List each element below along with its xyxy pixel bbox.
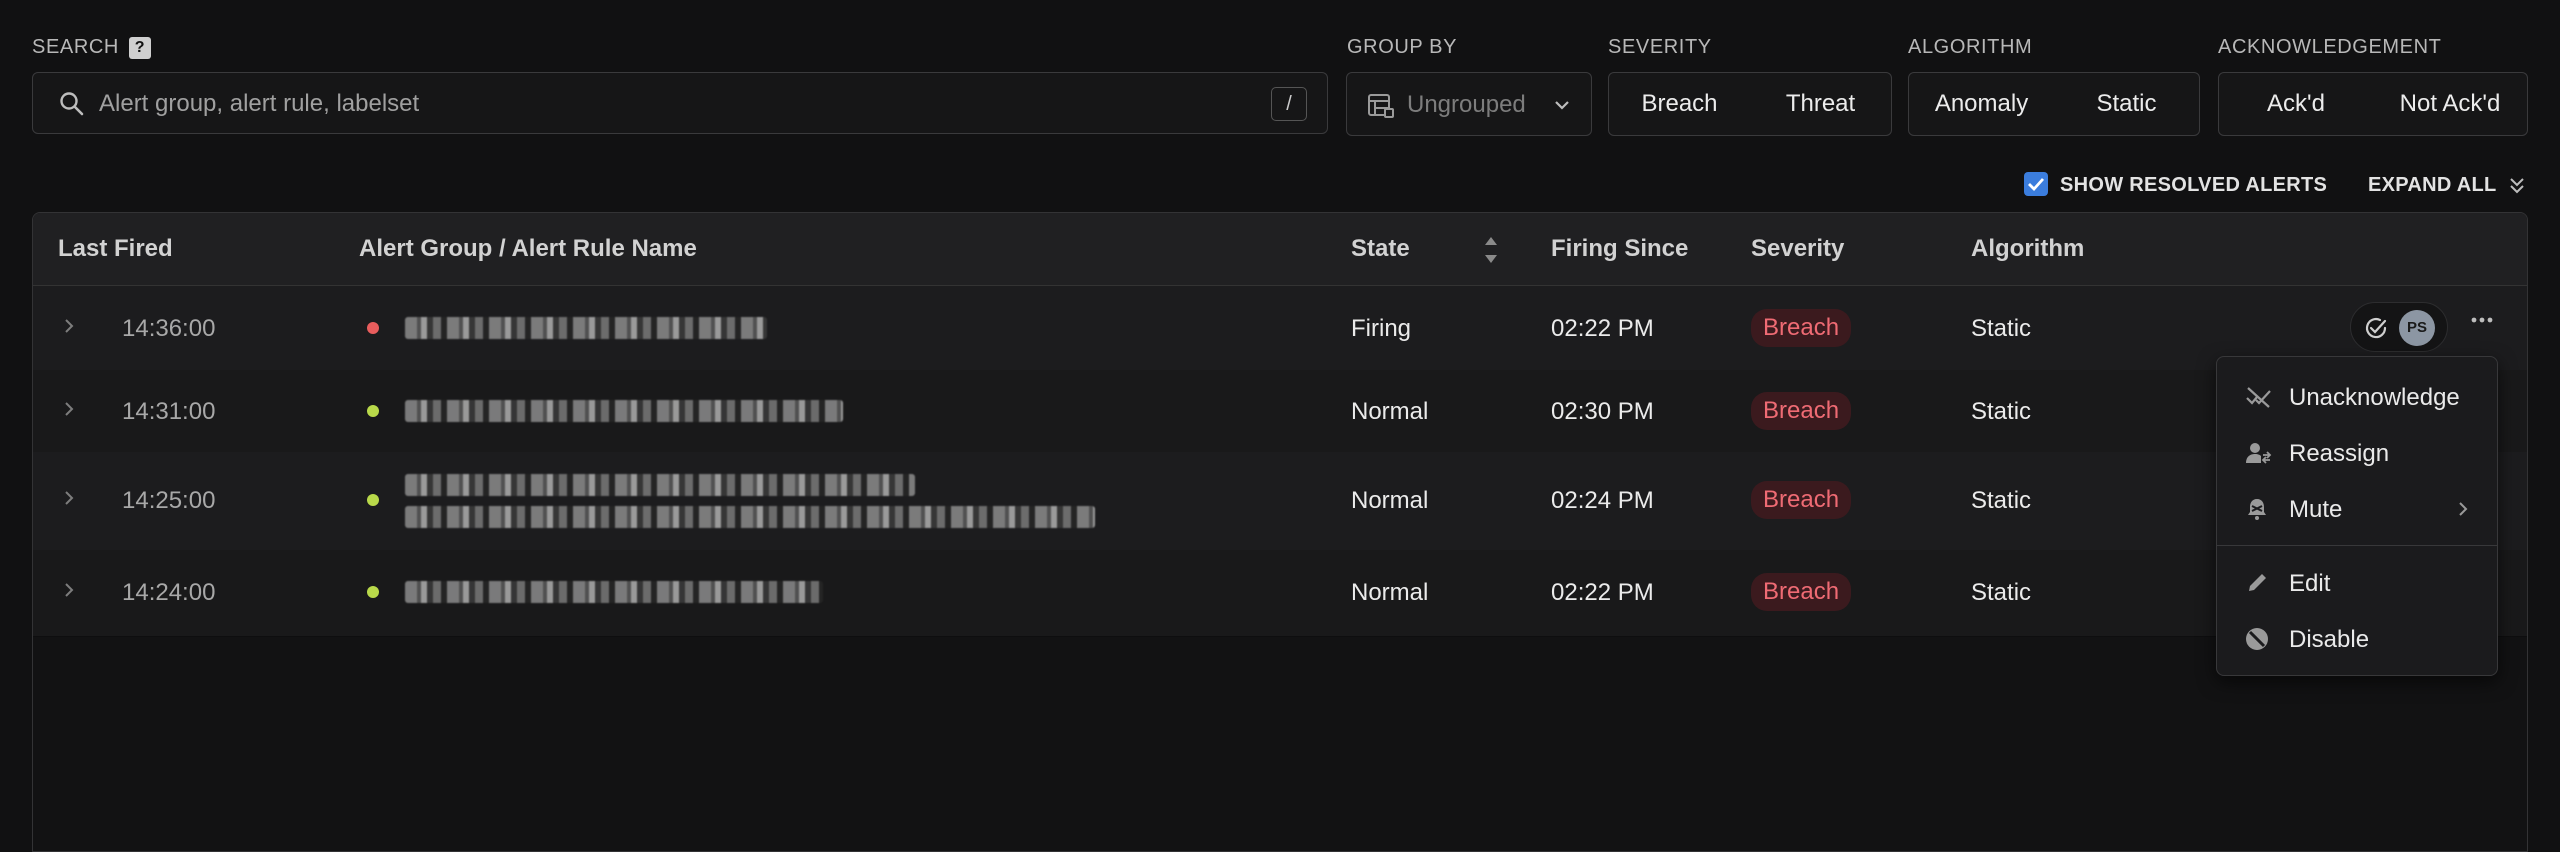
algorithm-anomaly-toggle[interactable]: Anomaly [1909,90,2054,118]
severity-badge: Breach [1751,392,1852,430]
search-label-text: SEARCH [32,36,119,58]
redacted-alert-name [405,400,843,422]
menu-item-disable[interactable]: Disable [2217,615,2497,663]
chevron-right-icon[interactable] [63,401,75,417]
search-shortcut-key: / [1271,87,1307,121]
menu-item-unacknowledge[interactable]: Unacknowledge [2217,373,2497,421]
chevron-right-icon[interactable] [63,318,75,334]
col-algorithm[interactable]: Algorithm [1971,235,2084,263]
acknowledgement-label: ACKNOWLEDGEMENT [2218,36,2442,58]
severity-threat-toggle[interactable]: Threat [1750,90,1891,118]
submenu-chevron-icon [2459,502,2468,516]
acknowledge-check-icon[interactable] [2363,315,2389,341]
menu-item-reassign[interactable]: Reassign [2217,429,2497,477]
show-resolved-checkbox[interactable] [2024,172,2048,196]
disable-icon [2246,628,2268,650]
firing-since-value: 02:22 PM [1551,579,1654,606]
table-header: Last Fired Alert Group / Alert Rule Name… [33,213,2527,286]
state-value: Firing [1351,315,1412,342]
last-fired-time: 14:31:00 [122,398,216,425]
firing-since-value: 02:30 PM [1551,398,1654,425]
not-ackd-toggle[interactable]: Not Ack'd [2373,90,2527,118]
severity-breach-toggle[interactable]: Breach [1609,90,1750,118]
redacted-alert-name [405,581,823,603]
search-label: SEARCH? [32,36,151,59]
algorithm-value: Static [1971,398,2032,425]
help-icon[interactable]: ? [128,36,151,59]
table-row[interactable]: 14:24:00 Normal 02:22 PM Breach Static [33,550,2527,637]
status-dot [367,586,379,598]
double-chevron-down-icon [2510,178,2524,194]
severity-badge: Breach [1751,309,1852,347]
expand-all-button[interactable]: EXPAND ALL [2368,174,2526,197]
unacknowledge-icon [2246,387,2271,408]
severity-badge: Breach [1751,573,1852,611]
table-row[interactable]: 14:25:00 Normal 02:24 PM Breach Static [33,452,2527,551]
group-by-value: Ungrouped [1407,91,1526,118]
last-fired-time: 14:24:00 [122,579,216,606]
algorithm-label: ALGORITHM [1908,36,2033,58]
severity-badge: Breach [1751,481,1852,519]
algorithm-toggle-group: Anomaly Static [1908,72,2200,136]
row-context-menu: Unacknowledge Reassign Mute Edit Disable [2216,356,2498,676]
severity-toggle-group: Breach Threat [1608,72,1892,136]
last-fired-time: 14:36:00 [122,315,216,342]
last-fired-time: 14:25:00 [122,487,216,514]
redacted-alert-name [405,506,1095,528]
search-icon [60,92,84,116]
acknowledge-assignee-group[interactable]: PS [2350,302,2448,352]
state-value: Normal [1351,398,1429,425]
algorithm-static-toggle[interactable]: Static [2054,90,2199,118]
algorithm-value: Static [1971,579,2032,606]
menu-item-label: Unacknowledge [2289,384,2460,411]
menu-item-edit[interactable]: Edit [2217,559,2497,607]
status-dot [367,322,379,334]
table-row[interactable]: 14:31:00 Normal 02:30 PM Breach Static [33,370,2527,453]
chevron-down-icon [1555,101,1569,110]
menu-divider [2217,545,2497,546]
show-resolved-label[interactable]: SHOW RESOLVED ALERTS [2060,174,2327,197]
ackd-toggle[interactable]: Ack'd [2219,90,2373,118]
pencil-icon [2249,574,2266,591]
menu-item-label: Reassign [2289,440,2390,467]
group-by-label: GROUP BY [1347,36,1458,58]
acknowledgement-toggle-group: Ack'd Not Ack'd [2218,72,2528,136]
severity-label: SEVERITY [1608,36,1712,58]
col-severity[interactable]: Severity [1751,235,1844,263]
group-by-dropdown[interactable]: Ungrouped [1346,72,1592,136]
sort-icon[interactable] [1483,233,1499,267]
algorithm-value: Static [1971,487,2032,514]
col-firing-since[interactable]: Firing Since [1551,235,1688,263]
expand-all-label: EXPAND ALL [2368,174,2497,196]
chevron-right-icon[interactable] [63,582,75,598]
state-value: Normal [1351,487,1429,514]
menu-item-label: Disable [2289,626,2370,653]
col-state[interactable]: State [1351,235,1410,263]
redacted-alert-name [405,317,767,339]
col-last-fired[interactable]: Last Fired [58,235,173,263]
status-dot [367,405,379,417]
menu-item-mute[interactable]: Mute [2217,485,2497,533]
search-field[interactable]: / [32,72,1328,134]
search-input[interactable] [97,83,1241,125]
col-alert-name[interactable]: Alert Group / Alert Rule Name [359,235,697,263]
firing-since-value: 02:24 PM [1551,487,1654,514]
redacted-alert-name [405,474,915,496]
algorithm-value: Static [1971,315,2032,342]
menu-item-label: Mute [2289,496,2343,523]
firing-since-value: 02:22 PM [1551,315,1654,342]
table-row[interactable]: 14:36:00 Firing 02:22 PM Breach Static [33,286,2527,371]
status-dot [367,494,379,506]
alerts-table: Last Fired Alert Group / Alert Rule Name… [32,212,2528,852]
checkmark-icon [2028,178,2045,192]
chevron-right-icon[interactable] [63,490,75,506]
table-icon [1368,94,1394,118]
mute-bell-icon [2248,499,2266,520]
menu-item-label: Edit [2289,570,2331,597]
state-value: Normal [1351,579,1429,606]
more-options-icon[interactable] [2470,316,2494,324]
assignee-avatar[interactable]: PS [2399,310,2435,346]
reassign-user-icon [2246,443,2272,464]
